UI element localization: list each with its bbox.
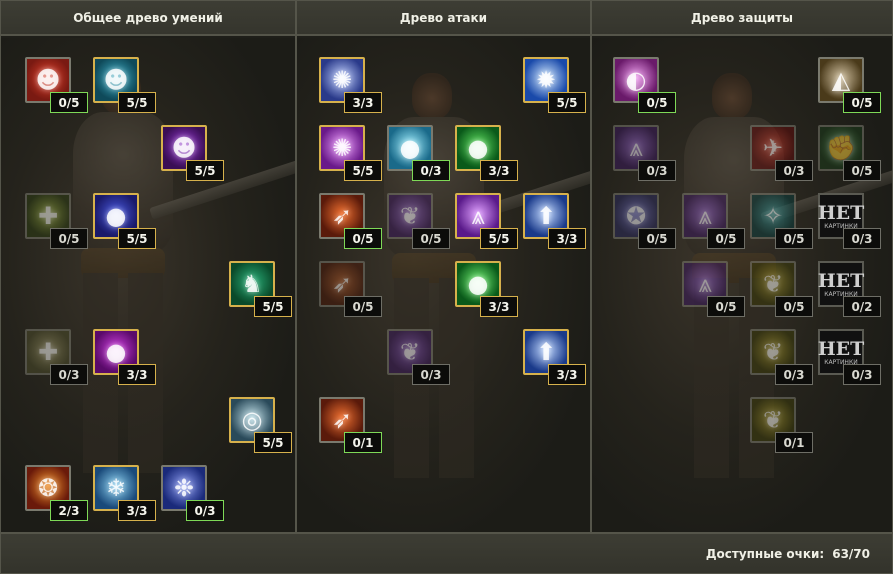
skill-slot[interactable]: ◭ 0/5 [818, 57, 881, 113]
skill-points-badge: 0/3 [843, 364, 881, 385]
skill-points-badge: 5/5 [118, 92, 156, 113]
skill-points-badge: 0/5 [50, 228, 88, 249]
skill-slot[interactable]: ✊ 0/5 [818, 125, 881, 181]
skill-slot[interactable]: ❦ 0/3 [387, 329, 450, 385]
no-image-text: НЕТ [817, 337, 865, 360]
skill-slot[interactable]: ● 5/5 [93, 193, 156, 249]
skill-slot[interactable]: ❦ 0/3 [750, 329, 813, 385]
skill-points-badge: 0/3 [50, 364, 88, 385]
available-points-value: 63/70 [832, 546, 870, 561]
skill-slot[interactable]: ⬆ 3/3 [523, 193, 586, 249]
general-skill-tree-panel: Общее древо умений ☻ 0/5 ☻ 5/5 ☻ 5/5 ✚ 0/5 ● 5/5 ♞… [1, 1, 297, 532]
skill-slot[interactable]: ● 3/3 [93, 329, 156, 385]
skill-points-badge: 0/5 [412, 228, 450, 249]
skill-points-badge: 3/3 [548, 364, 586, 385]
skill-slot[interactable]: ➶ 0/5 [319, 261, 382, 317]
skill-slot[interactable]: ✚ 0/3 [25, 329, 88, 385]
skill-points-badge: 0/5 [50, 92, 88, 113]
skill-points-badge: 3/3 [480, 296, 518, 317]
skill-points-badge: 0/3 [775, 364, 813, 385]
skill-points-badge: 3/3 [118, 500, 156, 521]
skill-slot[interactable]: ⩓ 0/5 [682, 261, 745, 317]
skill-slot[interactable]: ❉ 0/3 [161, 465, 224, 521]
skill-slot[interactable]: ● 3/3 [455, 261, 518, 317]
skill-points-badge: 5/5 [254, 296, 292, 317]
skill-slot[interactable]: ⩓ 5/5 [455, 193, 518, 249]
skill-slot[interactable]: ☻ 0/5 [25, 57, 88, 113]
skill-slot[interactable]: ⩓ 0/5 [682, 193, 745, 249]
skill-points-badge: 3/3 [344, 92, 382, 113]
skill-points-badge: 5/5 [548, 92, 586, 113]
skill-points-badge: 0/5 [344, 296, 382, 317]
skill-points-badge: 0/5 [344, 228, 382, 249]
skill-slot[interactable]: ❦ 0/5 [750, 261, 813, 317]
skill-points-badge: 0/5 [638, 92, 676, 113]
skill-slot[interactable]: ✚ 0/5 [25, 193, 88, 249]
skill-points-badge: 0/3 [638, 160, 676, 181]
skill-slot[interactable]: ◎ 5/5 [229, 397, 292, 453]
skill-points-badge: 5/5 [118, 228, 156, 249]
no-image-text: НЕТ [817, 201, 865, 224]
skill-slot[interactable]: ❦ 0/1 [750, 397, 813, 453]
skill-slot[interactable]: ✪ 0/5 [613, 193, 676, 249]
skill-slot[interactable]: ☻ 5/5 [161, 125, 224, 181]
skill-points-badge: 5/5 [254, 432, 292, 453]
skill-points-badge: 0/3 [412, 160, 450, 181]
panel-title: Древо защиты [592, 1, 892, 36]
skill-points-badge: 2/3 [50, 500, 88, 521]
skill-points-badge: 3/3 [548, 228, 586, 249]
panel-title: Общее древо умений [1, 1, 295, 36]
available-points-bar: Доступные очки: 63/70 [1, 532, 892, 573]
skill-points-badge: 0/3 [186, 500, 224, 521]
skill-points-badge: 0/5 [843, 92, 881, 113]
skill-tree-window: Общее древо умений ☻ 0/5 ☻ 5/5 ☻ 5/5 ✚ 0/5 ● 5/5 ♞… [0, 0, 893, 574]
skill-points-badge: 5/5 [186, 160, 224, 181]
skill-slot[interactable]: НЕТ КАРТИНКИ 0/3 [817, 329, 881, 385]
skill-slot[interactable]: ❦ 0/5 [387, 193, 450, 249]
skill-points-badge: 0/2 [843, 296, 881, 317]
skill-points-badge: 0/5 [707, 296, 745, 317]
skill-slot[interactable]: ❄ 3/3 [93, 465, 156, 521]
skill-slot[interactable]: ✺ 3/3 [319, 57, 382, 113]
skill-points-badge: 5/5 [344, 160, 382, 181]
skill-points-badge: 0/5 [775, 296, 813, 317]
skill-points-badge: 0/1 [775, 432, 813, 453]
skill-points-badge: 0/5 [638, 228, 676, 249]
skill-slot[interactable]: ➶ 0/1 [319, 397, 382, 453]
skill-slot[interactable]: НЕТ КАРТИНКИ 0/3 [817, 193, 881, 249]
skill-points-badge: 0/3 [775, 160, 813, 181]
attack-skill-tree-panel: Древо атаки ✺ 3/3 ✹ 5/5 ✺ 5/5 ● 0/3 ● 3/3 ➶ 0/5 ❦ 0/5… [297, 1, 592, 532]
skill-slot[interactable]: ✹ 5/5 [523, 57, 586, 113]
skill-slot[interactable]: ❂ 2/3 [25, 465, 88, 521]
skill-slot[interactable]: ● 0/3 [387, 125, 450, 181]
skill-slot[interactable]: ➶ 0/5 [319, 193, 382, 249]
skill-points-badge: 3/3 [480, 160, 518, 181]
skill-points-badge: 0/5 [775, 228, 813, 249]
skill-slot[interactable]: ⬆ 3/3 [523, 329, 586, 385]
skill-points-badge: 0/3 [412, 364, 450, 385]
panel-title: Древо атаки [297, 1, 590, 36]
skill-points-badge: 5/5 [480, 228, 518, 249]
skill-points-badge: 0/1 [344, 432, 382, 453]
skill-slot[interactable]: ✧ 0/5 [750, 193, 813, 249]
skill-points-badge: 0/3 [843, 228, 881, 249]
skill-points-badge: 0/5 [707, 228, 745, 249]
defense-skill-tree-panel: Древо защиты ◐ 0/5 ◭ 0/5 ⩓ 0/3 ✈ 0/3 ✊ 0/5 ✪ 0/5 ⩓ 0/… [592, 1, 892, 532]
skill-points-badge: 0/5 [843, 160, 881, 181]
skill-slot[interactable]: ⩓ 0/3 [613, 125, 676, 181]
skill-slot[interactable]: НЕТ КАРТИНКИ 0/2 [817, 261, 881, 317]
skill-slot[interactable]: ♞ 5/5 [229, 261, 292, 317]
skill-slot[interactable]: ☻ 5/5 [93, 57, 156, 113]
no-image-text: НЕТ [817, 269, 865, 292]
skill-slot[interactable]: ✺ 5/5 [319, 125, 382, 181]
skill-slot[interactable]: ✈ 0/3 [750, 125, 813, 181]
skill-points-badge: 3/3 [118, 364, 156, 385]
skill-slot[interactable]: ● 3/3 [455, 125, 518, 181]
skill-slot[interactable]: ◐ 0/5 [613, 57, 676, 113]
available-points-label: Доступные очки: [705, 546, 825, 561]
